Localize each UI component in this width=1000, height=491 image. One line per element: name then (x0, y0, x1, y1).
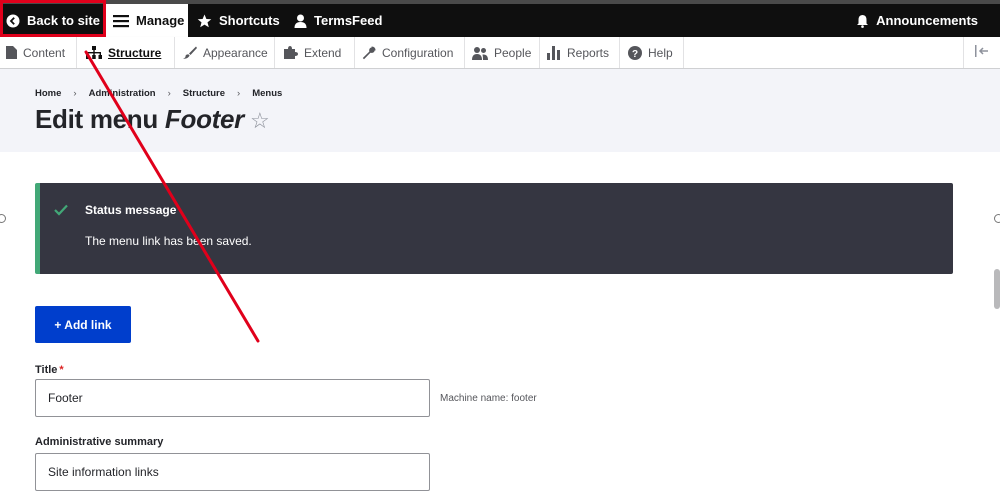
annotation-arrow (84, 50, 260, 343)
